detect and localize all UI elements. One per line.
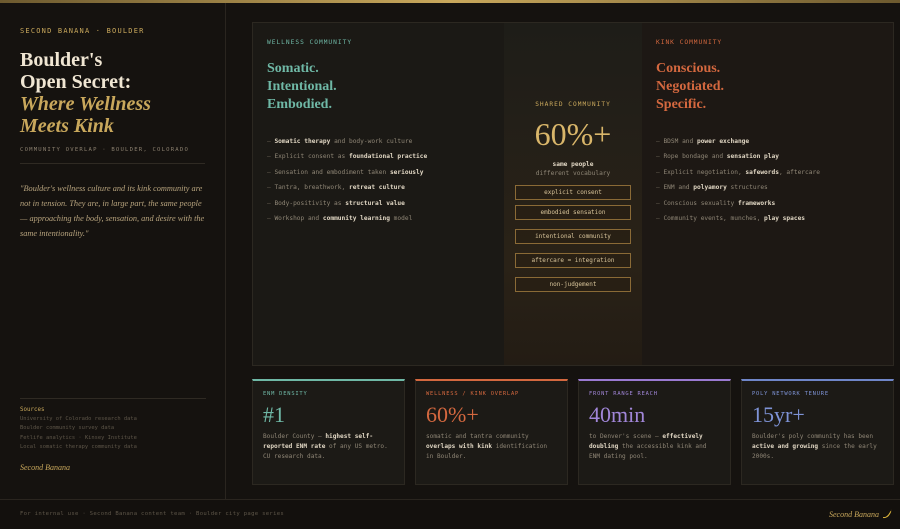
shared-column: SHARED COMMUNITY 60%+ same people differ… bbox=[504, 23, 642, 365]
wellness-bullets: Somatic therapy and body-work culture Ex… bbox=[267, 134, 490, 226]
kink-bullet: BDSM and power exchange bbox=[656, 134, 879, 149]
kink-heading-line: Conscious. bbox=[656, 61, 721, 76]
shared-tag: explicit consent bbox=[515, 185, 631, 200]
wellness-heading-line: Somatic. bbox=[267, 61, 319, 76]
kink-bullet: Explicit negotiation, safewords, afterca… bbox=[656, 165, 879, 180]
wellness-heading: Somatic. Intentional. Embodied. bbox=[267, 60, 490, 114]
source-item: Fetlife analytics · Kinsey Institute bbox=[20, 434, 137, 441]
eyebrow: SECOND BANANA · BOULDER bbox=[20, 27, 145, 35]
stat-card-value: 40min bbox=[589, 402, 646, 427]
stat-card-text: to Denver's scene — effectively doubling… bbox=[589, 433, 707, 461]
title-italic-line-1: Where Wellness bbox=[20, 93, 151, 115]
sources-list: University of Colorado research data Bou… bbox=[20, 415, 206, 453]
stat-card-label: POLY NETWORK TENURE bbox=[752, 391, 829, 397]
kink-heading-line: Negotiated. bbox=[656, 79, 725, 94]
kink-heading-line: Specific. bbox=[656, 97, 707, 112]
wellness-bullet: Sensation and embodiment taken seriously bbox=[267, 165, 490, 180]
footer-text: For internal use · Second Banana content… bbox=[20, 511, 285, 517]
stat-card-value: 15yr+ bbox=[752, 402, 805, 427]
shared-tags: explicit consent embodied sensation inte… bbox=[504, 185, 642, 292]
stat-card-value: 60%+ bbox=[426, 402, 479, 427]
kink-bullet: Rope bondage and sensation play bbox=[656, 149, 879, 164]
stat-card-enm-density: ENM DENSITY #1 Boulder County — highest … bbox=[252, 379, 405, 485]
wellness-bullet: Explicit consent as foundational practic… bbox=[267, 149, 490, 164]
sidebar-brand: Second Banana bbox=[20, 462, 70, 472]
title-italic-line-2: Meets Kink bbox=[20, 115, 114, 137]
banana-icon bbox=[883, 509, 892, 519]
stat-card-poly-tenure: POLY NETWORK TENURE 15yr+ Boulder's poly… bbox=[741, 379, 894, 485]
shared-tag: intentional community bbox=[515, 229, 631, 244]
wellness-bullet: Workshop and community learning model bbox=[267, 211, 490, 226]
kink-bullet: Conscious sexuality frameworks bbox=[656, 196, 879, 211]
shared-subtitle: same people bbox=[552, 161, 594, 168]
stat-card-label: ENM DENSITY bbox=[263, 391, 308, 397]
wellness-bullet: Body-positivity as structural value bbox=[267, 196, 490, 211]
kink-label: KINK COMMUNITY bbox=[656, 39, 723, 46]
source-item: University of Colorado research data bbox=[20, 416, 137, 422]
wellness-bullet: Tantra, breathwork, retreat culture bbox=[267, 180, 490, 195]
kink-bullet: Community events, munches, play spaces bbox=[656, 211, 879, 226]
pull-quote: "Boulder's wellness culture and its kink… bbox=[20, 184, 205, 238]
kink-bullet: ENM and polyamory structures bbox=[656, 180, 879, 195]
footer-brand: Second Banana bbox=[829, 509, 892, 519]
divider bbox=[20, 163, 205, 164]
wellness-column: WELLNESS COMMUNITY Somatic. Intentional.… bbox=[253, 23, 504, 365]
stat-card-text: Boulder County — highest self-reported E… bbox=[263, 433, 388, 461]
wellness-bullet: Somatic therapy and body-work culture bbox=[267, 134, 490, 149]
wellness-label: WELLNESS COMMUNITY bbox=[267, 39, 353, 46]
shared-tag: aftercare = integration bbox=[515, 253, 631, 268]
shared-tag: embodied sensation bbox=[515, 205, 631, 220]
stat-card-label: WELLNESS / KINK OVERLAP bbox=[426, 391, 520, 397]
stat-card-overlap: WELLNESS / KINK OVERLAP 60%+ somatic and… bbox=[415, 379, 568, 485]
kink-bullets: BDSM and power exchange Rope bondage and… bbox=[656, 134, 879, 226]
stat-card-text: Boulder's poly community has been active… bbox=[752, 433, 877, 461]
stat-card-value: #1 bbox=[263, 402, 285, 427]
title-line-2: Open Secret: bbox=[20, 71, 132, 93]
source-item: Local somatic therapy community data bbox=[20, 444, 137, 451]
stat-card-text: somatic and tantra community overlaps wi… bbox=[426, 433, 548, 461]
shared-subtitle-2: different vocabulary bbox=[535, 170, 611, 177]
sources-block: Sources University of Colorado research … bbox=[20, 398, 206, 472]
sources-heading: Sources bbox=[20, 407, 45, 413]
sidebar: SECOND BANANA · BOULDER Boulder's Open S… bbox=[0, 3, 226, 499]
comparison-panel: WELLNESS COMMUNITY Somatic. Intentional.… bbox=[252, 22, 894, 366]
stat-card-label: FRONT RANGE REACH bbox=[589, 391, 658, 397]
shared-label: SHARED COMMUNITY bbox=[535, 101, 611, 108]
kink-column: KINK COMMUNITY Conscious. Negotiated. Sp… bbox=[642, 23, 893, 365]
title-line-1: Boulder's bbox=[20, 49, 103, 71]
subtitle: COMMUNITY OVERLAP · BOULDER, COLORADO bbox=[20, 147, 190, 153]
footer-brand-label: Second Banana bbox=[829, 509, 879, 519]
footer: For internal use · Second Banana content… bbox=[0, 499, 900, 529]
shared-tag: non-judgement bbox=[515, 277, 631, 292]
wellness-heading-line: Embodied. bbox=[267, 97, 332, 112]
kink-heading: Conscious. Negotiated. Specific. bbox=[656, 60, 879, 114]
stat-cards: ENM DENSITY #1 Boulder County — highest … bbox=[252, 379, 894, 485]
source-item: Boulder community survey data bbox=[20, 425, 115, 432]
wellness-heading-line: Intentional. bbox=[267, 79, 337, 94]
page-title: Boulder's Open Secret: Where Wellness Me… bbox=[20, 49, 205, 137]
shared-stat: 60%+ bbox=[534, 116, 612, 152]
stat-card-front-range: FRONT RANGE REACH 40min to Denver's scen… bbox=[578, 379, 731, 485]
